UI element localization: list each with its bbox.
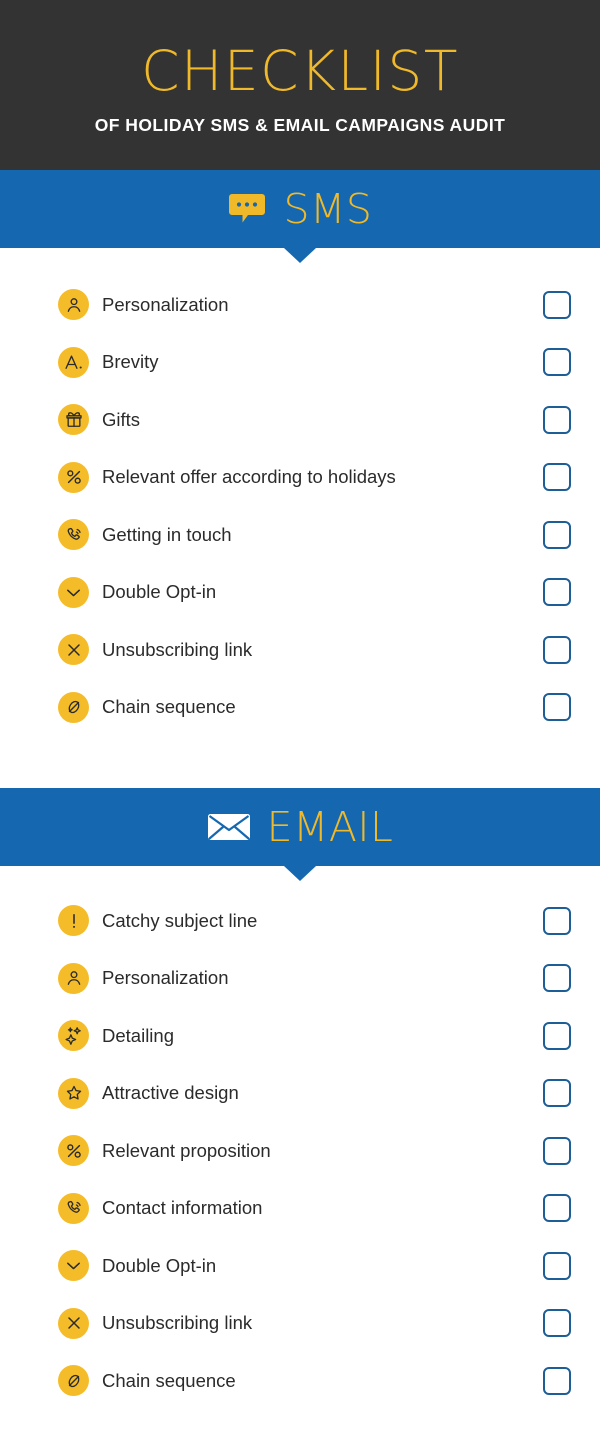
checklist-checkbox[interactable] <box>543 1136 571 1165</box>
checklist-row: Getting in touch <box>0 506 600 564</box>
checklist-checkbox[interactable] <box>543 578 571 607</box>
checklist-item-label: Brevity <box>102 351 159 373</box>
checklist-row: Personalization <box>0 950 600 1008</box>
page-title: CHECKLIST <box>141 39 459 103</box>
checklist-checkbox[interactable] <box>543 290 571 319</box>
person-icon <box>58 289 89 321</box>
section-title-sms: SMS <box>283 185 373 233</box>
checklist-item-label: Attractive design <box>102 1082 239 1104</box>
checklist-row: Relevant proposition <box>0 1122 600 1180</box>
close-x-icon <box>58 634 89 666</box>
checklist-checkbox[interactable] <box>543 693 571 722</box>
chevron-down-icon <box>58 1250 89 1282</box>
percent-icon <box>58 1135 89 1167</box>
checklist-row: Double Opt-in <box>0 1237 600 1295</box>
checklist-checkbox[interactable] <box>543 405 571 434</box>
checklist-checkbox[interactable] <box>543 635 571 664</box>
close-x-icon <box>58 1307 89 1339</box>
page-header: CHECKLIST OF HOLIDAY SMS & EMAIL CAMPAIG… <box>0 0 600 170</box>
banner-pointer-arrow <box>284 248 316 263</box>
checklist-item-label: Relevant proposition <box>102 1139 271 1161</box>
checklist-row: Contact information <box>0 1180 600 1238</box>
checklist-row: Relevant offer according to holidays <box>0 449 600 507</box>
checklist-row: Unsubscribing link <box>0 1295 600 1353</box>
checklist-checkbox[interactable] <box>543 906 571 935</box>
gift-box-icon <box>58 404 89 436</box>
checklist-row: Double Opt-in <box>0 564 600 622</box>
checklist-checkbox[interactable] <box>543 520 571 549</box>
envelope-icon <box>207 811 251 843</box>
checklist-checkbox[interactable] <box>543 1366 571 1395</box>
checklist-item-label: Relevant offer according to holidays <box>102 466 396 488</box>
section-banner-sms: SMS <box>0 170 600 263</box>
checklist-checkbox[interactable] <box>543 348 571 377</box>
page-subtitle: OF HOLIDAY SMS & EMAIL CAMPAIGNS AUDIT <box>94 115 506 135</box>
section-title-email: EMAIL <box>266 803 394 851</box>
slashed-circle-icon <box>58 691 89 723</box>
slashed-circle-icon <box>58 1365 89 1397</box>
checklist-item-label: Unsubscribing link <box>102 1312 253 1334</box>
checklist-checkbox[interactable] <box>543 964 571 993</box>
checklist-item-label: Unsubscribing link <box>102 638 253 660</box>
section-email: EMAIL Catchy subject line Personalization D… <box>0 788 600 1410</box>
checklist-checkbox[interactable] <box>543 1079 571 1108</box>
checklist-row: Chain sequence <box>0 1352 600 1410</box>
checklist-item-label: Gifts <box>102 408 141 430</box>
checklist-sms: Personalization Brevity Gifts Relevant offe… <box>0 248 600 736</box>
percent-icon <box>58 461 89 493</box>
checklist-item-label: Detailing <box>102 1024 174 1046</box>
checklist-item-label: Contact information <box>102 1197 263 1219</box>
checklist-row: Brevity <box>0 334 600 392</box>
phone-call-icon <box>58 1192 89 1224</box>
checklist-row: Personalization <box>0 276 600 334</box>
chevron-down-icon <box>58 576 89 608</box>
checklist-checkbox[interactable] <box>543 463 571 492</box>
checklist-checkbox[interactable] <box>543 1194 571 1223</box>
checklist-item-label: Double Opt-in <box>102 1254 217 1276</box>
section-sms: SMS Personalization Brevity Gifts Relevant o… <box>0 170 600 736</box>
checklist-item-label: Chain sequence <box>102 1369 236 1391</box>
checklist-checkbox[interactable] <box>543 1251 571 1280</box>
checklist-checkbox[interactable] <box>543 1309 571 1338</box>
checklist-item-label: Chain sequence <box>102 696 236 718</box>
checklist-email: Catchy subject line Personalization Detail… <box>0 866 600 1410</box>
checklist-checkbox[interactable] <box>543 1021 571 1050</box>
section-banner-email: EMAIL <box>0 788 600 881</box>
letter-a-icon <box>58 346 89 378</box>
exclamation-icon <box>58 905 89 937</box>
checklist-item-label: Catchy subject line <box>102 909 258 931</box>
star-icon <box>58 1077 89 1109</box>
speech-bubble-icon <box>228 192 268 226</box>
person-icon <box>58 962 89 994</box>
phone-call-icon <box>58 519 89 551</box>
checklist-item-label: Personalization <box>102 967 229 989</box>
banner-pointer-arrow <box>284 866 316 881</box>
checklist-row: Detailing <box>0 1007 600 1065</box>
checklist-row: Chain sequence <box>0 679 600 737</box>
sparkles-icon <box>58 1020 89 1052</box>
checklist-infographic: CHECKLIST OF HOLIDAY SMS & EMAIL CAMPAIG… <box>0 0 600 1450</box>
checklist-row: Catchy subject line <box>0 892 600 950</box>
checklist-row: Unsubscribing link <box>0 621 600 679</box>
sections-container: SMS Personalization Brevity Gifts Relevant o… <box>0 170 600 1410</box>
checklist-item-label: Getting in touch <box>102 523 232 545</box>
checklist-item-label: Personalization <box>102 293 229 315</box>
checklist-item-label: Double Opt-in <box>102 581 217 603</box>
checklist-row: Gifts <box>0 391 600 449</box>
checklist-row: Attractive design <box>0 1065 600 1123</box>
